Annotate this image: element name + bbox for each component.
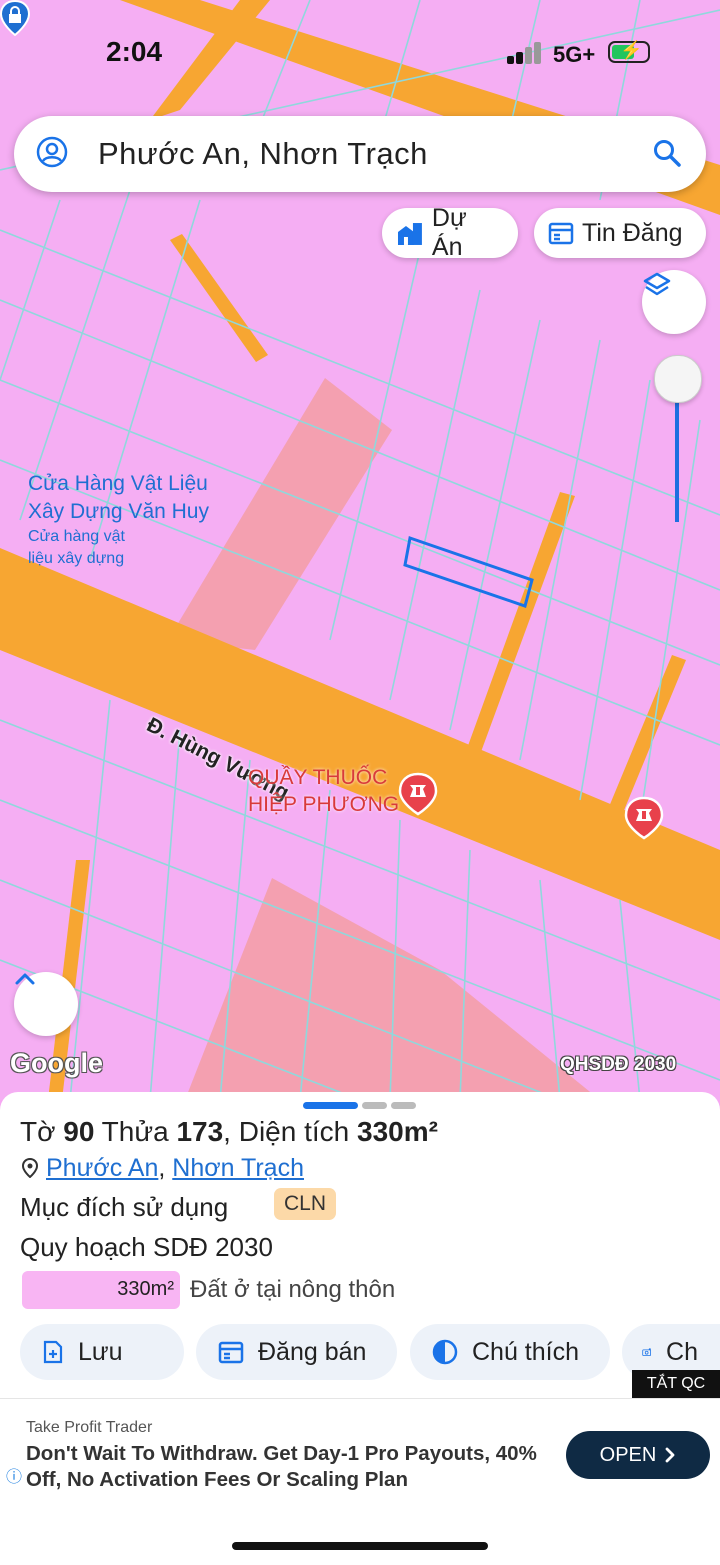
land-use-label: Mục đích sử dụng [20,1192,229,1222]
status-time: 2:04 [106,36,163,67]
network-type: 5G+ [553,42,596,67]
du-an-chip[interactable]: Dự Án [382,204,518,261]
pharmacy-name-line2: HIỆP PHƯƠNG [248,793,400,816]
layers-icon [643,272,671,296]
user-icon[interactable] [36,136,68,168]
store-title-line2: Xây Dựng Văn Huy [28,500,209,523]
legend-button[interactable]: Chú thích [410,1324,610,1380]
planning-layer-label: QHSDĐ 2030 [560,1054,677,1075]
search-bar[interactable]: Phước An, Nhơn Trạch [14,116,706,192]
store-label[interactable]: Cửa Hàng Vật Liệu Xây Dựng Văn Huy Cửa h… [28,470,209,570]
photo-button-label: Ch [666,1337,698,1366]
district-link[interactable]: Nhơn Trạch [172,1154,304,1182]
sheet-number: 90 [63,1116,95,1147]
ad-open-button[interactable]: OPEN [566,1431,710,1479]
store-subtitle-line2: liệu xây dựng [28,550,125,567]
expand-sheet-button[interactable] [14,972,78,1036]
planning-title: Quy hoạch SDĐ 2030 [20,1232,273,1262]
legend-description: Đất ở tại nông thôn [190,1276,396,1303]
post-sale-label: Đăng bán [258,1337,367,1366]
sheet-page-indicator-2[interactable] [362,1102,387,1109]
tin-dang-chip[interactable]: Tin Đăng [534,208,706,258]
status-bar: 2:04 5G+ ⚡ [0,0,720,100]
sheet-page-indicator-1[interactable] [303,1102,358,1109]
ward-link[interactable]: Phước An [46,1154,158,1182]
store-title-line1: Cửa Hàng Vật Liệu [28,472,208,495]
pharmacy-pin-icon[interactable] [398,772,438,816]
pharmacy-pin-icon-2[interactable] [624,796,664,840]
ad-headline: Don't Wait To Withdraw. Get Day-1 Pro Pa… [26,1442,537,1491]
ad-info-icon[interactable]: ⓘ [6,1463,22,1487]
du-an-label: Dự Án [431,204,467,261]
tin-dang-label: Tin Đăng [582,218,683,247]
parcel-area: 330m² [357,1116,438,1147]
save-label: Lưu [78,1337,123,1366]
location-pin-icon [21,1157,39,1179]
add-document-icon [43,1340,63,1364]
parcel-title: Tờ 90 Thửa 173, Diện tích 330m² [20,1116,438,1147]
ad-banner[interactable]: Take Profit Trader Don't Wait To Withdra… [0,1398,720,1509]
signal-icon [507,42,545,64]
google-logo: Google [10,1048,103,1078]
home-indicator[interactable] [232,1542,488,1550]
store-subtitle-line1: Cửa hàng vật [28,528,125,545]
opacity-slider-track[interactable] [675,390,679,522]
planning-legend-swatch: 330m² [22,1271,180,1309]
battery-icon: ⚡ [608,40,650,63]
chevron-up-icon [15,973,35,985]
layers-button[interactable] [642,270,706,334]
legend-area: 330m² [117,1278,174,1300]
search-icon[interactable] [652,138,682,168]
post-sale-button[interactable]: Đăng bán [196,1324,397,1380]
camera-add-icon [642,1348,651,1356]
search-input[interactable]: Phước An, Nhơn Trạch [98,136,428,172]
pharmacy-label[interactable]: QUẦY THUỐC HIỆP PHƯƠNG [248,764,399,818]
pharmacy-name-line1: QUẦY THUỐC [248,766,388,789]
parcel-number: 173 [176,1116,224,1147]
ad-advertiser: Take Profit Trader [26,1419,153,1436]
ad-open-label: OPEN [599,1443,657,1466]
close-ad-button[interactable]: TẮT QC [632,1370,720,1398]
save-button[interactable]: Lưu [20,1324,184,1380]
land-use-code-badge: CLN [274,1188,337,1220]
calendar-icon [548,222,574,245]
parcel-location: Phước An, Nhơn Trạch [21,1154,304,1183]
opacity-slider-knob[interactable] [654,355,702,403]
legend-button-label: Chú thích [472,1337,580,1366]
building-icon [397,223,422,245]
sheet-page-indicator-3[interactable] [391,1102,416,1109]
calendar-icon [218,1341,244,1364]
contrast-icon [432,1339,458,1365]
chevron-right-icon [665,1447,675,1463]
